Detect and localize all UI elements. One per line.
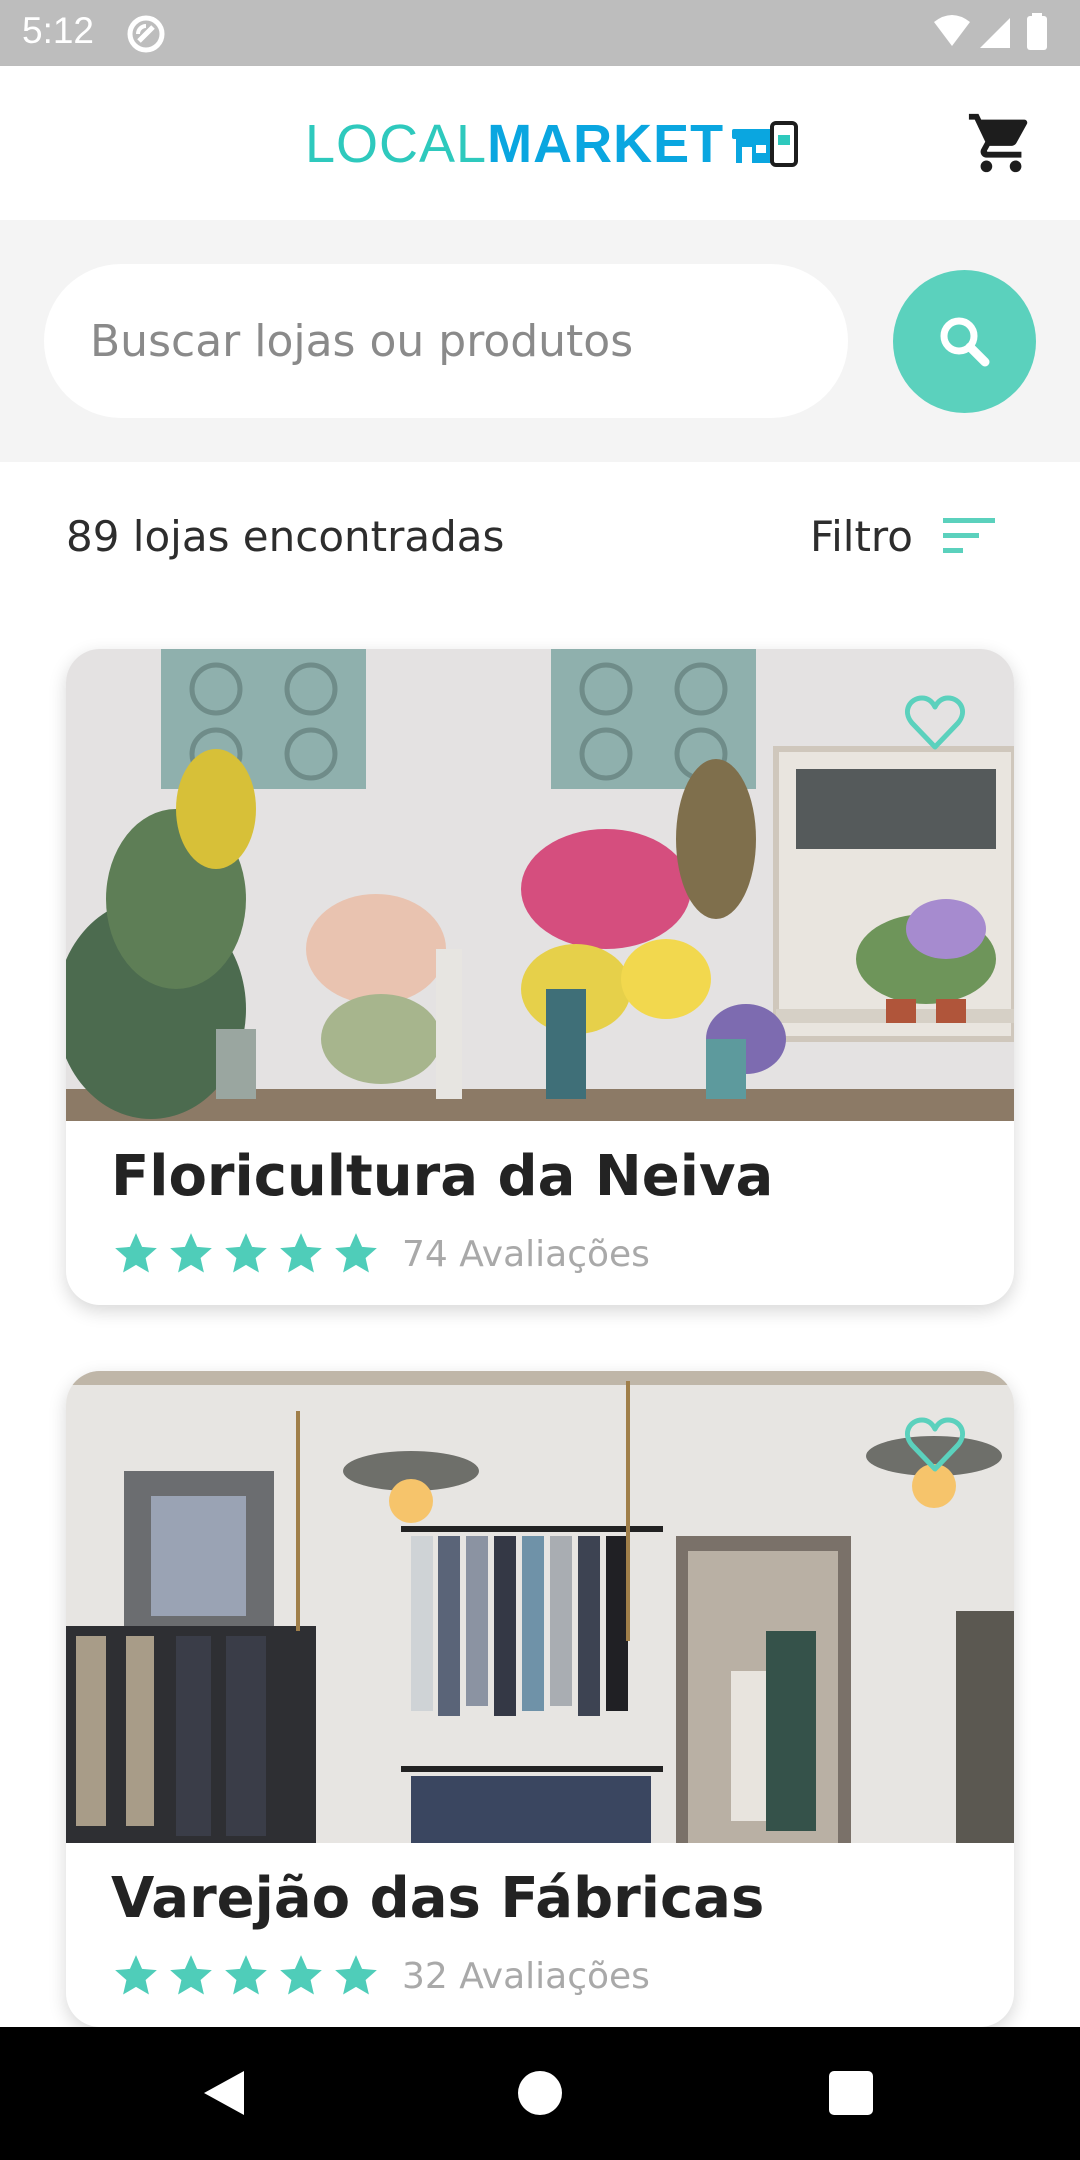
- heart-outline-icon[interactable]: [904, 695, 966, 751]
- logo-text-market: MARKET: [487, 114, 725, 174]
- recents-icon[interactable]: [829, 2071, 873, 2115]
- filter-label: Filtro: [810, 511, 913, 561]
- wifi-icon: [934, 15, 970, 46]
- search-input[interactable]: [44, 264, 848, 418]
- store-image-clothing-store: [66, 1371, 1014, 1843]
- status-bar: 5:12: [0, 0, 1080, 66]
- store-list[interactable]: 89 lojas encontradas Filtro Floricultura…: [0, 462, 1080, 2027]
- star-icon: [280, 1955, 322, 1995]
- star-icon: [170, 1955, 212, 1995]
- star-icon: [335, 1233, 377, 1273]
- cart-icon[interactable]: [966, 108, 1036, 178]
- star-icon: [335, 1955, 377, 1995]
- search-icon: [940, 317, 989, 366]
- filter-button[interactable]: Filtro: [810, 506, 997, 566]
- heart-outline-icon[interactable]: [904, 1417, 966, 1473]
- store-card[interactable]: Varejão das Fábricas 32 Avaliações: [66, 1371, 1014, 2027]
- star-icon: [170, 1233, 212, 1273]
- star-icon: [280, 1233, 322, 1273]
- store-image-flower-shop: [66, 649, 1014, 1121]
- status-time: 5:12: [22, 10, 95, 51]
- search-area: [0, 220, 1080, 462]
- sync-icon: [127, 15, 165, 53]
- review-count: 32 Avaliações: [402, 1955, 650, 1997]
- system-nav-bar: [0, 2027, 1080, 2160]
- store-name: Varejão das Fábricas: [111, 1866, 765, 1931]
- star-icon: [115, 1233, 157, 1273]
- logo-text-local: LOCAL: [305, 114, 488, 174]
- star-icon: [225, 1233, 267, 1273]
- star-icon: [225, 1955, 267, 1995]
- filter-sort-icon: [942, 518, 995, 553]
- home-icon[interactable]: [518, 2071, 562, 2115]
- battery-icon: [1027, 16, 1047, 50]
- store-phone-icon: [732, 121, 799, 167]
- status-icons: [934, 13, 1047, 50]
- store-rating: 32 Avaliações: [111, 1949, 650, 2003]
- star-icon: [115, 1955, 157, 1995]
- back-icon[interactable]: [200, 2067, 250, 2119]
- results-count: 89 lojas encontradas: [66, 512, 505, 561]
- store-rating: 74 Avaliações: [111, 1227, 650, 1281]
- app-bar: LOCAL MARKET: [0, 66, 1080, 220]
- search-button[interactable]: [893, 270, 1036, 413]
- store-name: Floricultura da Neiva: [111, 1144, 774, 1209]
- store-card[interactable]: Floricultura da Neiva 74 Avaliações: [66, 649, 1014, 1305]
- cellular-icon: [980, 18, 1010, 48]
- app-logo[interactable]: LOCAL MARKET: [305, 114, 800, 174]
- review-count: 74 Avaliações: [402, 1233, 650, 1275]
